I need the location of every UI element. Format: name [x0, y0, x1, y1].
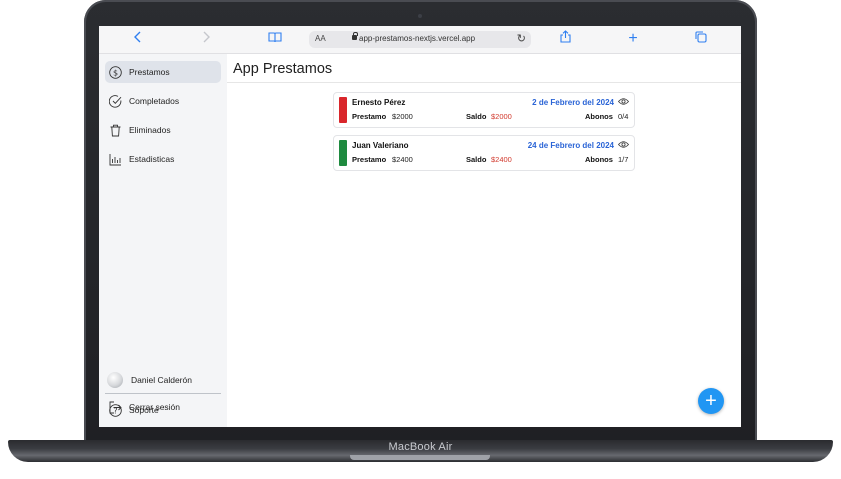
- title-divider: [227, 82, 741, 83]
- eye-icon[interactable]: [618, 140, 629, 149]
- abonos-label: Abonos: [585, 155, 613, 164]
- tabs-icon[interactable]: [691, 29, 711, 49]
- address-bar[interactable]: AA app-prestamos-nextjs.vercel.app ↻: [309, 31, 531, 48]
- saldo-value: $2400: [491, 155, 512, 164]
- saldo-label: Saldo: [466, 155, 487, 164]
- screen: AA app-prestamos-nextjs.vercel.app ↻ + $…: [99, 26, 741, 427]
- page-title: App Prestamos: [233, 61, 333, 77]
- sidebar-item-label: Completados: [129, 96, 180, 106]
- abonos-value: 1/7: [618, 155, 629, 164]
- sidebar-item-label: Estadisticas: [129, 154, 175, 164]
- status-indicator: [339, 97, 347, 123]
- text-size-button[interactable]: AA: [315, 34, 326, 43]
- status-indicator: [339, 140, 347, 166]
- back-icon[interactable]: [128, 29, 148, 49]
- sidebar-divider: [105, 393, 221, 394]
- loan-card[interactable]: Juan Valeriano 24 de Febrero del 2024 Pr…: [333, 135, 635, 171]
- abonos-label: Abonos: [585, 112, 613, 121]
- sidebar-item-eliminados[interactable]: Eliminados: [105, 119, 221, 141]
- prestamo-value: $2000: [392, 112, 413, 121]
- prestamo-label: Prestamo: [352, 155, 387, 164]
- bar-chart-icon: [109, 153, 122, 166]
- check-circle-icon: [109, 94, 122, 108]
- loan-card[interactable]: Ernesto Pérez 2 de Febrero del 2024 Pres…: [333, 92, 635, 128]
- laptop-notch: [350, 455, 490, 460]
- trash-icon: [109, 124, 122, 137]
- abonos-value: 0/4: [618, 112, 629, 121]
- sidebar-item-prestamos[interactable]: $ Prestamos: [105, 61, 221, 83]
- url-text: app-prestamos-nextjs.vercel.app: [359, 34, 476, 43]
- dollar-icon: $: [109, 65, 122, 79]
- browser-toolbar: AA app-prestamos-nextjs.vercel.app ↻ +: [99, 26, 741, 54]
- sidebar: $ Prestamos Completados Eliminados Estad…: [99, 54, 227, 427]
- prestamo-label: Prestamo: [352, 112, 387, 121]
- borrower-name: Ernesto Pérez: [352, 98, 406, 107]
- forward-icon[interactable]: [196, 29, 216, 49]
- saldo-value: $2000: [491, 112, 512, 121]
- logout-icon: [109, 401, 122, 414]
- sidebar-item-label: Prestamos: [129, 67, 170, 77]
- add-loan-button[interactable]: +: [698, 388, 724, 414]
- user-profile[interactable]: Daniel Calderón: [105, 370, 221, 390]
- reload-icon[interactable]: ↻: [517, 32, 526, 45]
- avatar: [107, 372, 123, 388]
- loan-date: 24 de Febrero del 2024: [527, 141, 614, 150]
- eye-icon[interactable]: [618, 97, 629, 106]
- sidebar-item-label: Eliminados: [129, 125, 171, 135]
- sidebar-item-label: Cerrar sesión: [129, 402, 181, 412]
- borrower-name: Juan Valeriano: [352, 141, 409, 150]
- loan-date: 2 de Febrero del 2024: [532, 98, 614, 107]
- lock-icon: [352, 32, 358, 40]
- svg-text:$: $: [113, 68, 118, 77]
- share-icon[interactable]: [555, 29, 575, 49]
- sidebar-item-estadisticas[interactable]: Estadisticas: [105, 148, 221, 170]
- new-tab-icon[interactable]: +: [623, 29, 643, 49]
- sidebar-item-completados[interactable]: Completados: [105, 90, 221, 112]
- prestamo-value: $2400: [392, 155, 413, 164]
- brand-label: MacBook Air: [388, 441, 453, 453]
- bookmarks-icon[interactable]: [265, 29, 285, 49]
- sidebar-item-cerrar-sesion[interactable]: Cerrar sesión: [105, 396, 221, 418]
- saldo-label: Saldo: [466, 112, 487, 121]
- camera: [418, 14, 422, 18]
- user-name: Daniel Calderón: [131, 375, 192, 385]
